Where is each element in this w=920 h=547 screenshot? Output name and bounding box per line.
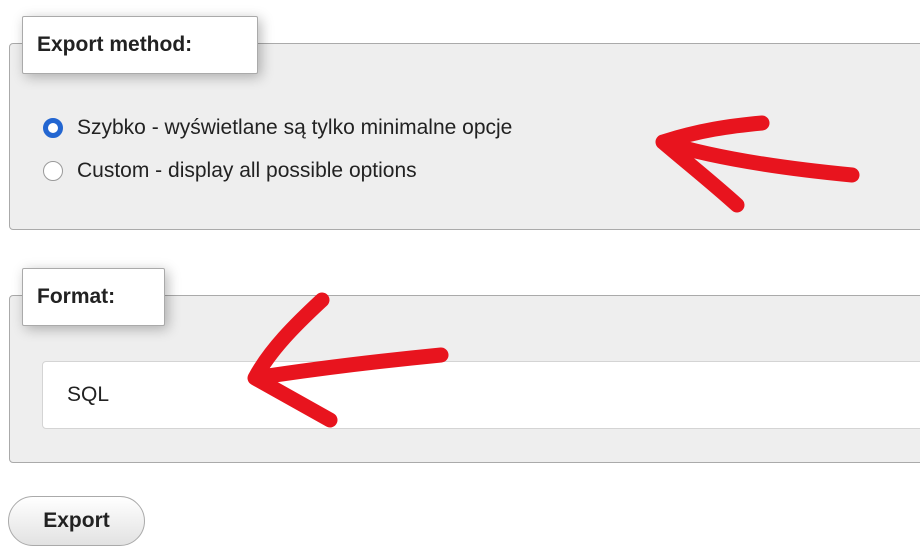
format-select[interactable]: SQL [42, 361, 920, 429]
export-page: Export method: Szybko - wyświetlane są t… [0, 0, 920, 547]
export-method-legend: Export method: [22, 16, 258, 74]
radio-custom-unselected[interactable] [43, 161, 63, 181]
radio-option-custom[interactable]: Custom - display all possible options [43, 159, 417, 183]
radio-quick-selected[interactable] [43, 118, 63, 138]
format-legend: Format: [22, 268, 165, 326]
radio-quick-label[interactable]: Szybko - wyświetlane są tylko minimalne … [77, 116, 512, 140]
radio-custom-label[interactable]: Custom - display all possible options [77, 159, 417, 183]
export-button[interactable]: Export [8, 496, 145, 546]
radio-option-quick[interactable]: Szybko - wyświetlane są tylko minimalne … [43, 116, 512, 140]
